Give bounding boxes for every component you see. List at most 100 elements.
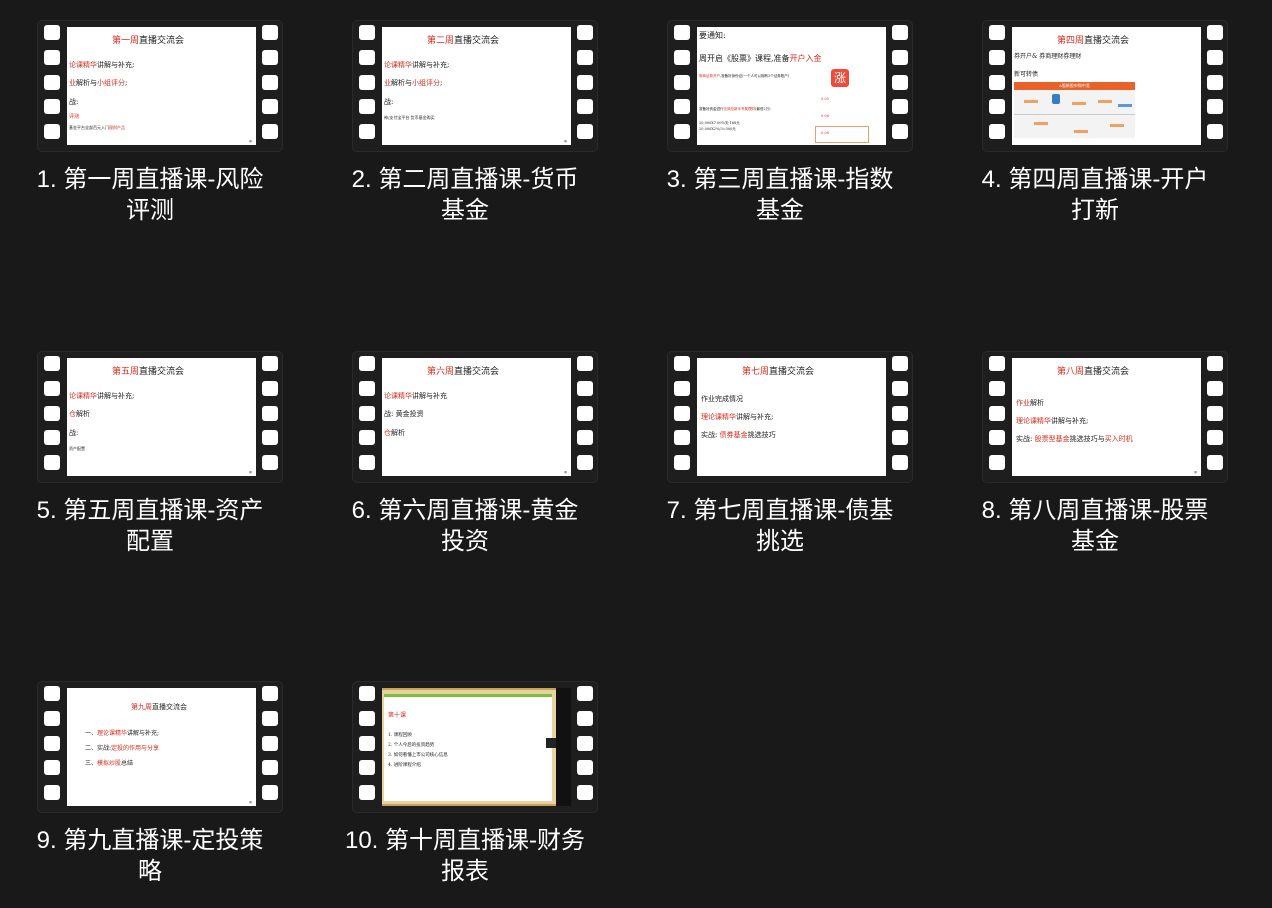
film-sprocket-hole xyxy=(44,356,60,371)
file-name-label[interactable]: 5. 第五周直播课-资产配置 xyxy=(25,495,275,557)
slide-text: 评测 xyxy=(69,114,80,120)
slide-text: 股票型基金 xyxy=(1034,435,1070,443)
slide-text: 论课精华 xyxy=(69,392,97,400)
film-sprocket-hole xyxy=(44,711,60,726)
slide-banner: A股新股申购中签 xyxy=(1014,82,1135,90)
file-name-label[interactable]: 9. 第九直播课-定投策略 xyxy=(25,825,275,887)
film-sprocket-hole xyxy=(892,406,908,421)
film-sprocket-hole xyxy=(262,99,278,114)
film-thumbnail[interactable]: 第二周直播交流会 论课精华讲解与补充; 业解析与小组评分; 战: 神/支付宝平台… xyxy=(352,20,598,152)
film-sprocket-hole xyxy=(674,75,690,90)
file-name-label[interactable]: 4. 第四周直播课-开户打新 xyxy=(970,164,1220,226)
film-thumbnail[interactable]: 第十课 1. 课程回顾 2. 个人今后的投资趋势 3. 如何看懂上市公司核心信息… xyxy=(352,681,598,813)
film-sprocket-hole xyxy=(44,124,60,139)
file-name-label[interactable]: 2. 第二周直播课-货币基金 xyxy=(340,164,590,226)
film-sprocket-hole xyxy=(989,25,1005,40)
slide-title: 第二周 xyxy=(427,36,455,46)
film-thumbnail[interactable]: 第九周直播交流会 一、理论课精华讲解与补充; 二、实战:定投的作用与分享 三、模… xyxy=(37,681,283,813)
slide-text: 作业完成情况 xyxy=(701,395,743,403)
slide-text: 仓 xyxy=(69,410,76,418)
film-sprocket-hole xyxy=(262,686,278,701)
film-sprocket-hole xyxy=(892,124,908,139)
film-thumbnail[interactable]: 第五周直播交流会 论课精华讲解与补充; 仓解析 战: 资产配置 ■ xyxy=(37,351,283,483)
film-sprocket-hole xyxy=(577,99,593,114)
film-sprocket-hole xyxy=(262,124,278,139)
film-sprocket-hole xyxy=(989,356,1005,371)
slide-text: 战: xyxy=(69,429,79,437)
film-sprocket-hole xyxy=(577,25,593,40)
film-thumbnail[interactable]: 要通知: 周开启《股票》课程,准备开户入金 券商证券开户,准备好身份证(一个人可… xyxy=(667,20,913,152)
film-sprocket-hole xyxy=(1207,25,1223,40)
slide-preview: 第五周直播交流会 论课精华讲解与补充; 仓解析 战: 资产配置 ■ xyxy=(67,358,256,476)
film-sprocket-hole xyxy=(989,124,1005,139)
film-sprocket-hole xyxy=(359,356,375,371)
slide-text: 资产配置 xyxy=(69,446,85,451)
slide-text: 3. 如何看懂上市公司核心信息 xyxy=(388,753,448,758)
file-name-label[interactable]: 10. 第十周直播课-财务报表 xyxy=(340,825,590,887)
slide-text: 券开户& 券商理财券理财 xyxy=(1014,53,1082,60)
slide-title-rest: 直播交流会 xyxy=(1084,367,1130,377)
film-thumbnail[interactable]: 第六周直播交流会 论课精华讲解与补充 战: 黄金投资 仓解析 ■ xyxy=(352,351,598,483)
film-sprocket-hole xyxy=(44,760,60,775)
film-sprocket-hole xyxy=(44,430,60,445)
film-sprocket-hole xyxy=(262,381,278,396)
slide-watermark: ■ xyxy=(564,470,567,474)
film-sprocket-hole xyxy=(359,75,375,90)
film-sprocket-hole xyxy=(892,50,908,65)
slide-text: 债券基金 xyxy=(719,431,748,439)
slide-text: 20,000X7.00%天-168元 xyxy=(699,121,740,125)
slide-preview: 第二周直播交流会 论课精华讲解与补充; 业解析与小组评分; 战: 神/支付宝平台… xyxy=(382,27,571,145)
slide-text: 讲解与补充; xyxy=(97,61,135,69)
slide-text: 新可转债 xyxy=(1014,71,1039,78)
film-sprocket-hole xyxy=(989,455,1005,470)
film-sprocket-hole xyxy=(1207,381,1223,396)
slide-text: 论课精华 xyxy=(384,61,412,69)
film-sprocket-hole xyxy=(262,430,278,445)
film-sprocket-hole xyxy=(892,455,908,470)
slide-text: 0.08 xyxy=(821,131,829,135)
film-thumbnail[interactable]: 第八周直播交流会 作业解析 理论课精华讲解与补充; 实战: 股票型基金挑选技巧与… xyxy=(982,351,1228,483)
slide-title: 第七周 xyxy=(742,367,770,377)
slide-text: 讲解与补充; xyxy=(127,730,160,737)
film-sprocket-hole xyxy=(892,356,908,371)
film-sprocket-hole xyxy=(577,711,593,726)
film-thumbnail[interactable]: 第四周直播交流会 券开户& 券商理财券理财 新可转债 A股新股申购中签 xyxy=(982,20,1228,152)
slide-text: 一、 xyxy=(85,730,98,737)
slide-preview: 第八周直播交流会 作业解析 理论课精华讲解与补充; 实战: 股票型基金挑选技巧与… xyxy=(1012,358,1201,476)
film-sprocket-hole xyxy=(577,356,593,371)
slide-text: 2. 个人今后的投资趋势 xyxy=(388,743,435,748)
file-name-label[interactable]: 3. 第三周直播课-指数基金 xyxy=(655,164,905,226)
slide-text: 无风险新手专属理财 xyxy=(723,107,756,111)
file-name-label[interactable]: 6. 第六周直播课-黄金投资 xyxy=(340,495,590,557)
film-sprocket-hole xyxy=(674,356,690,371)
slide-text: 总结 xyxy=(121,760,134,767)
film-sprocket-hole xyxy=(577,736,593,751)
film-sprocket-hole xyxy=(674,381,690,396)
slide-text: 论课精华 xyxy=(384,392,412,400)
slide-text: 仓 xyxy=(384,429,391,437)
slide-text: 战: xyxy=(69,98,79,106)
film-sprocket-hole xyxy=(359,760,375,775)
slide-text: 0.06 xyxy=(821,114,829,118)
slide-title: 第八周 xyxy=(1057,367,1085,377)
slide-text: 讲解与补充; xyxy=(97,392,135,400)
file-name-label[interactable]: 8. 第八周直播课-股票基金 xyxy=(970,495,1220,557)
film-sprocket-hole xyxy=(1207,356,1223,371)
film-sprocket-hole xyxy=(359,686,375,701)
slide-title: 第六周 xyxy=(427,367,455,377)
slide-text: 周开启《股票》课程,准备 xyxy=(699,54,790,63)
slide-preview: 第一周直播交流会 论课精华讲解与补充; 业解析与小组评分; 战: 评测 基金平台… xyxy=(67,27,256,145)
slide-text: 20,000X2%/3=300元 xyxy=(699,127,736,131)
file-name-label[interactable]: 7. 第七周直播课-债基挑选 xyxy=(655,495,905,557)
slide-text: 准备好资金进行 xyxy=(699,107,724,111)
file-name-label[interactable]: 1. 第一周直播课-风险评测 xyxy=(25,164,275,226)
film-thumbnail[interactable]: 第一周直播交流会 论课精华讲解与补充; 业解析与小组评分; 战: 评测 基金平台… xyxy=(37,20,283,152)
film-thumbnail[interactable]: 第七周直播交流会 作业完成情况 理论课精华讲解与补充; 实战: 债券基金挑选技巧 xyxy=(667,351,913,483)
film-sprocket-hole xyxy=(359,124,375,139)
slide-text: 解析 xyxy=(1030,399,1044,407)
film-sprocket-hole xyxy=(892,430,908,445)
film-sprocket-hole xyxy=(44,686,60,701)
film-sprocket-hole xyxy=(262,25,278,40)
film-sprocket-hole xyxy=(989,430,1005,445)
film-sprocket-hole xyxy=(674,406,690,421)
